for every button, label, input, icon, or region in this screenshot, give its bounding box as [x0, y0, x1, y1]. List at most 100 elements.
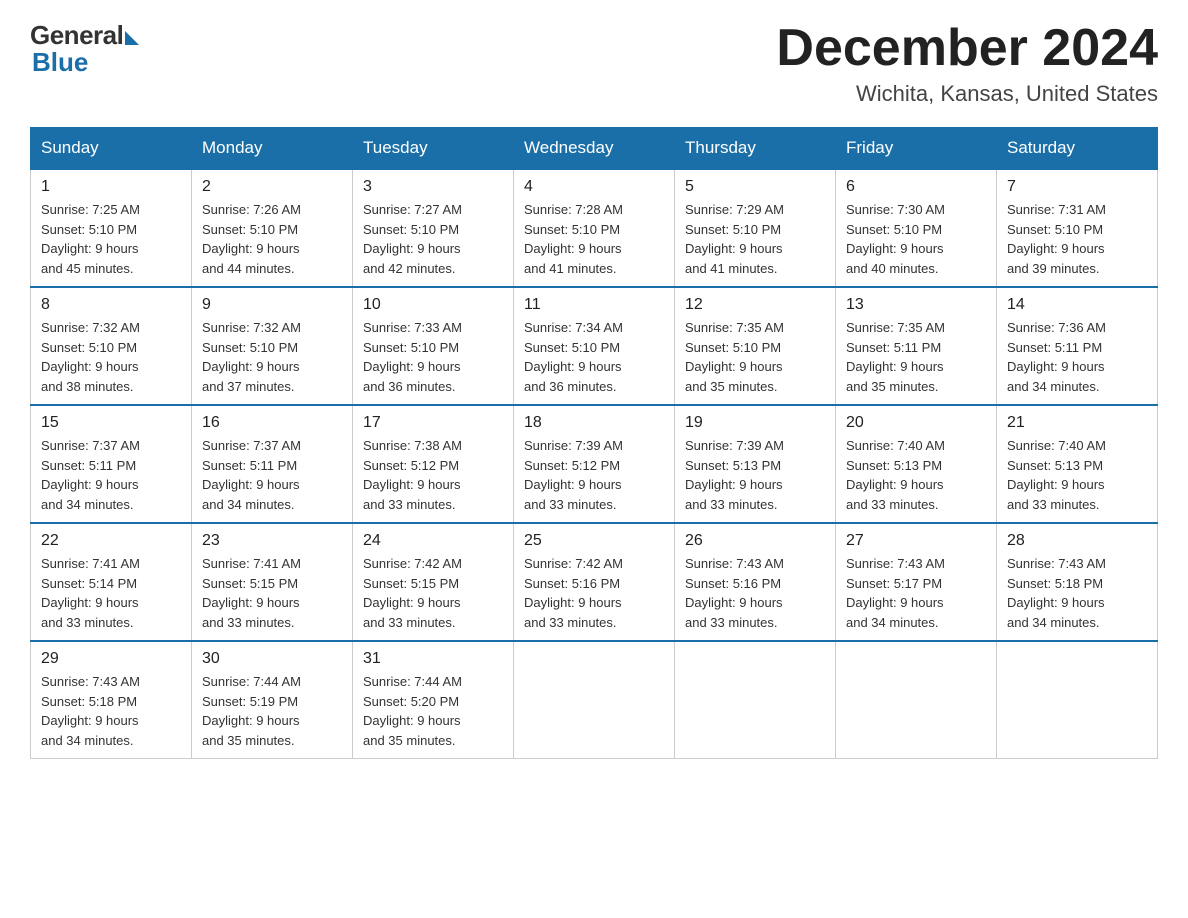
- calendar-cell: 8Sunrise: 7:32 AMSunset: 5:10 PMDaylight…: [31, 287, 192, 405]
- day-info: Sunrise: 7:25 AMSunset: 5:10 PMDaylight:…: [41, 200, 181, 278]
- day-info: Sunrise: 7:43 AMSunset: 5:18 PMDaylight:…: [1007, 554, 1147, 632]
- day-number: 24: [363, 532, 503, 550]
- header-friday: Friday: [836, 128, 997, 170]
- day-info: Sunrise: 7:35 AMSunset: 5:10 PMDaylight:…: [685, 318, 825, 396]
- week-row-5: 29 Sunrise: 7:43 AMSunset: 5:18 PMDayligh…: [31, 641, 1158, 759]
- calendar-cell: 20Sunrise: 7:40 AMSunset: 5:13 PMDayligh…: [836, 405, 997, 523]
- calendar-cell: 12 Sunrise: 7:35 AMSunset: 5:10 PMDayligh…: [675, 287, 836, 405]
- day-info: Sunrise: 7:27 AMSunset: 5:10 PMDaylight:…: [363, 200, 503, 278]
- day-number: 3: [363, 178, 503, 196]
- day-number: 30: [202, 650, 342, 668]
- day-info: Sunrise: 7:36 AMSunset: 5:11 PMDaylight:…: [1007, 318, 1147, 396]
- calendar-cell: 7Sunrise: 7:31 AMSunset: 5:10 PMDaylight…: [997, 169, 1158, 287]
- calendar-cell: 1 Sunrise: 7:25 AMSunset: 5:10 PMDaylight…: [31, 169, 192, 287]
- calendar-cell: [514, 641, 675, 759]
- calendar-header-row: SundayMondayTuesdayWednesdayThursdayFrid…: [31, 128, 1158, 170]
- day-number: 26: [685, 532, 825, 550]
- day-info: Sunrise: 7:43 AMSunset: 5:17 PMDaylight:…: [846, 554, 986, 632]
- location-title: Wichita, Kansas, United States: [776, 81, 1158, 107]
- day-number: 8: [41, 296, 181, 314]
- week-row-2: 8 Sunrise: 7:32 AMSunset: 5:10 PMDaylight…: [31, 287, 1158, 405]
- day-number: 16: [202, 414, 342, 432]
- day-number: 20: [846, 414, 986, 432]
- day-number: 29: [41, 650, 181, 668]
- calendar-cell: 21 Sunrise: 7:40 AMSunset: 5:13 PMDayligh…: [997, 405, 1158, 523]
- day-info: Sunrise: 7:37 AMSunset: 5:11 PMDaylight:…: [41, 436, 181, 514]
- calendar-cell: 19Sunrise: 7:39 AMSunset: 5:13 PMDayligh…: [675, 405, 836, 523]
- day-info: Sunrise: 7:39 AMSunset: 5:13 PMDaylight:…: [685, 436, 825, 514]
- calendar-cell: [997, 641, 1158, 759]
- day-number: 25: [524, 532, 664, 550]
- calendar-cell: 26 Sunrise: 7:43 AMSunset: 5:16 PMDayligh…: [675, 523, 836, 641]
- day-number: 18: [524, 414, 664, 432]
- day-number: 10: [363, 296, 503, 314]
- day-info: Sunrise: 7:33 AMSunset: 5:10 PMDaylight:…: [363, 318, 503, 396]
- day-info: Sunrise: 7:30 AMSunset: 5:10 PMDaylight:…: [846, 200, 986, 278]
- month-title: December 2024: [776, 20, 1158, 77]
- calendar-cell: 15 Sunrise: 7:37 AMSunset: 5:11 PMDayligh…: [31, 405, 192, 523]
- day-info: Sunrise: 7:26 AMSunset: 5:10 PMDaylight:…: [202, 200, 342, 278]
- calendar-cell: 22 Sunrise: 7:41 AMSunset: 5:14 PMDayligh…: [31, 523, 192, 641]
- day-info: Sunrise: 7:43 AMSunset: 5:16 PMDaylight:…: [685, 554, 825, 632]
- day-number: 23: [202, 532, 342, 550]
- day-number: 21: [1007, 414, 1147, 432]
- day-info: Sunrise: 7:42 AMSunset: 5:15 PMDaylight:…: [363, 554, 503, 632]
- calendar-cell: 16 Sunrise: 7:37 AMSunset: 5:11 PMDayligh…: [192, 405, 353, 523]
- day-number: 22: [41, 532, 181, 550]
- header-wednesday: Wednesday: [514, 128, 675, 170]
- calendar-cell: 30 Sunrise: 7:44 AMSunset: 5:19 PMDayligh…: [192, 641, 353, 759]
- calendar-cell: 11Sunrise: 7:34 AMSunset: 5:10 PMDayligh…: [514, 287, 675, 405]
- calendar-cell: 5 Sunrise: 7:29 AMSunset: 5:10 PMDaylight…: [675, 169, 836, 287]
- week-row-4: 22 Sunrise: 7:41 AMSunset: 5:14 PMDayligh…: [31, 523, 1158, 641]
- week-row-3: 15 Sunrise: 7:37 AMSunset: 5:11 PMDayligh…: [31, 405, 1158, 523]
- day-info: Sunrise: 7:29 AMSunset: 5:10 PMDaylight:…: [685, 200, 825, 278]
- week-row-1: 1 Sunrise: 7:25 AMSunset: 5:10 PMDaylight…: [31, 169, 1158, 287]
- day-info: Sunrise: 7:31 AMSunset: 5:10 PMDaylight:…: [1007, 200, 1147, 278]
- day-info: Sunrise: 7:35 AMSunset: 5:11 PMDaylight:…: [846, 318, 986, 396]
- calendar-cell: 29 Sunrise: 7:43 AMSunset: 5:18 PMDayligh…: [31, 641, 192, 759]
- calendar-cell: [836, 641, 997, 759]
- calendar-cell: 28 Sunrise: 7:43 AMSunset: 5:18 PMDayligh…: [997, 523, 1158, 641]
- calendar-cell: 6 Sunrise: 7:30 AMSunset: 5:10 PMDaylight…: [836, 169, 997, 287]
- calendar-cell: 24 Sunrise: 7:42 AMSunset: 5:15 PMDayligh…: [353, 523, 514, 641]
- calendar-cell: 23 Sunrise: 7:41 AMSunset: 5:15 PMDayligh…: [192, 523, 353, 641]
- day-number: 27: [846, 532, 986, 550]
- day-number: 5: [685, 178, 825, 196]
- calendar-cell: 25 Sunrise: 7:42 AMSunset: 5:16 PMDayligh…: [514, 523, 675, 641]
- day-number: 2: [202, 178, 342, 196]
- day-number: 15: [41, 414, 181, 432]
- header-sunday: Sunday: [31, 128, 192, 170]
- day-info: Sunrise: 7:41 AMSunset: 5:15 PMDaylight:…: [202, 554, 342, 632]
- day-number: 14: [1007, 296, 1147, 314]
- day-info: Sunrise: 7:43 AMSunset: 5:18 PMDaylight:…: [41, 672, 181, 750]
- day-number: 17: [363, 414, 503, 432]
- logo-blue-text: Blue: [32, 47, 88, 78]
- day-info: Sunrise: 7:41 AMSunset: 5:14 PMDaylight:…: [41, 554, 181, 632]
- day-info: Sunrise: 7:42 AMSunset: 5:16 PMDaylight:…: [524, 554, 664, 632]
- calendar-cell: 13 Sunrise: 7:35 AMSunset: 5:11 PMDayligh…: [836, 287, 997, 405]
- day-info: Sunrise: 7:38 AMSunset: 5:12 PMDaylight:…: [363, 436, 503, 514]
- page-header: General Blue December 2024 Wichita, Kans…: [30, 20, 1158, 107]
- calendar-cell: 18 Sunrise: 7:39 AMSunset: 5:12 PMDayligh…: [514, 405, 675, 523]
- header-saturday: Saturday: [997, 128, 1158, 170]
- calendar-cell: 27 Sunrise: 7:43 AMSunset: 5:17 PMDayligh…: [836, 523, 997, 641]
- calendar-cell: 9Sunrise: 7:32 AMSunset: 5:10 PMDaylight…: [192, 287, 353, 405]
- day-info: Sunrise: 7:32 AMSunset: 5:10 PMDaylight:…: [202, 318, 342, 396]
- day-number: 28: [1007, 532, 1147, 550]
- calendar-cell: [675, 641, 836, 759]
- day-info: Sunrise: 7:40 AMSunset: 5:13 PMDaylight:…: [1007, 436, 1147, 514]
- day-info: Sunrise: 7:44 AMSunset: 5:19 PMDaylight:…: [202, 672, 342, 750]
- day-info: Sunrise: 7:39 AMSunset: 5:12 PMDaylight:…: [524, 436, 664, 514]
- day-number: 6: [846, 178, 986, 196]
- day-number: 31: [363, 650, 503, 668]
- day-number: 12: [685, 296, 825, 314]
- day-info: Sunrise: 7:37 AMSunset: 5:11 PMDaylight:…: [202, 436, 342, 514]
- day-number: 1: [41, 178, 181, 196]
- title-section: December 2024 Wichita, Kansas, United St…: [776, 20, 1158, 107]
- calendar-cell: 17 Sunrise: 7:38 AMSunset: 5:12 PMDayligh…: [353, 405, 514, 523]
- day-number: 11: [524, 296, 664, 314]
- day-number: 13: [846, 296, 986, 314]
- calendar-cell: 14 Sunrise: 7:36 AMSunset: 5:11 PMDayligh…: [997, 287, 1158, 405]
- logo: General Blue: [30, 20, 139, 78]
- calendar-cell: 10 Sunrise: 7:33 AMSunset: 5:10 PMDayligh…: [353, 287, 514, 405]
